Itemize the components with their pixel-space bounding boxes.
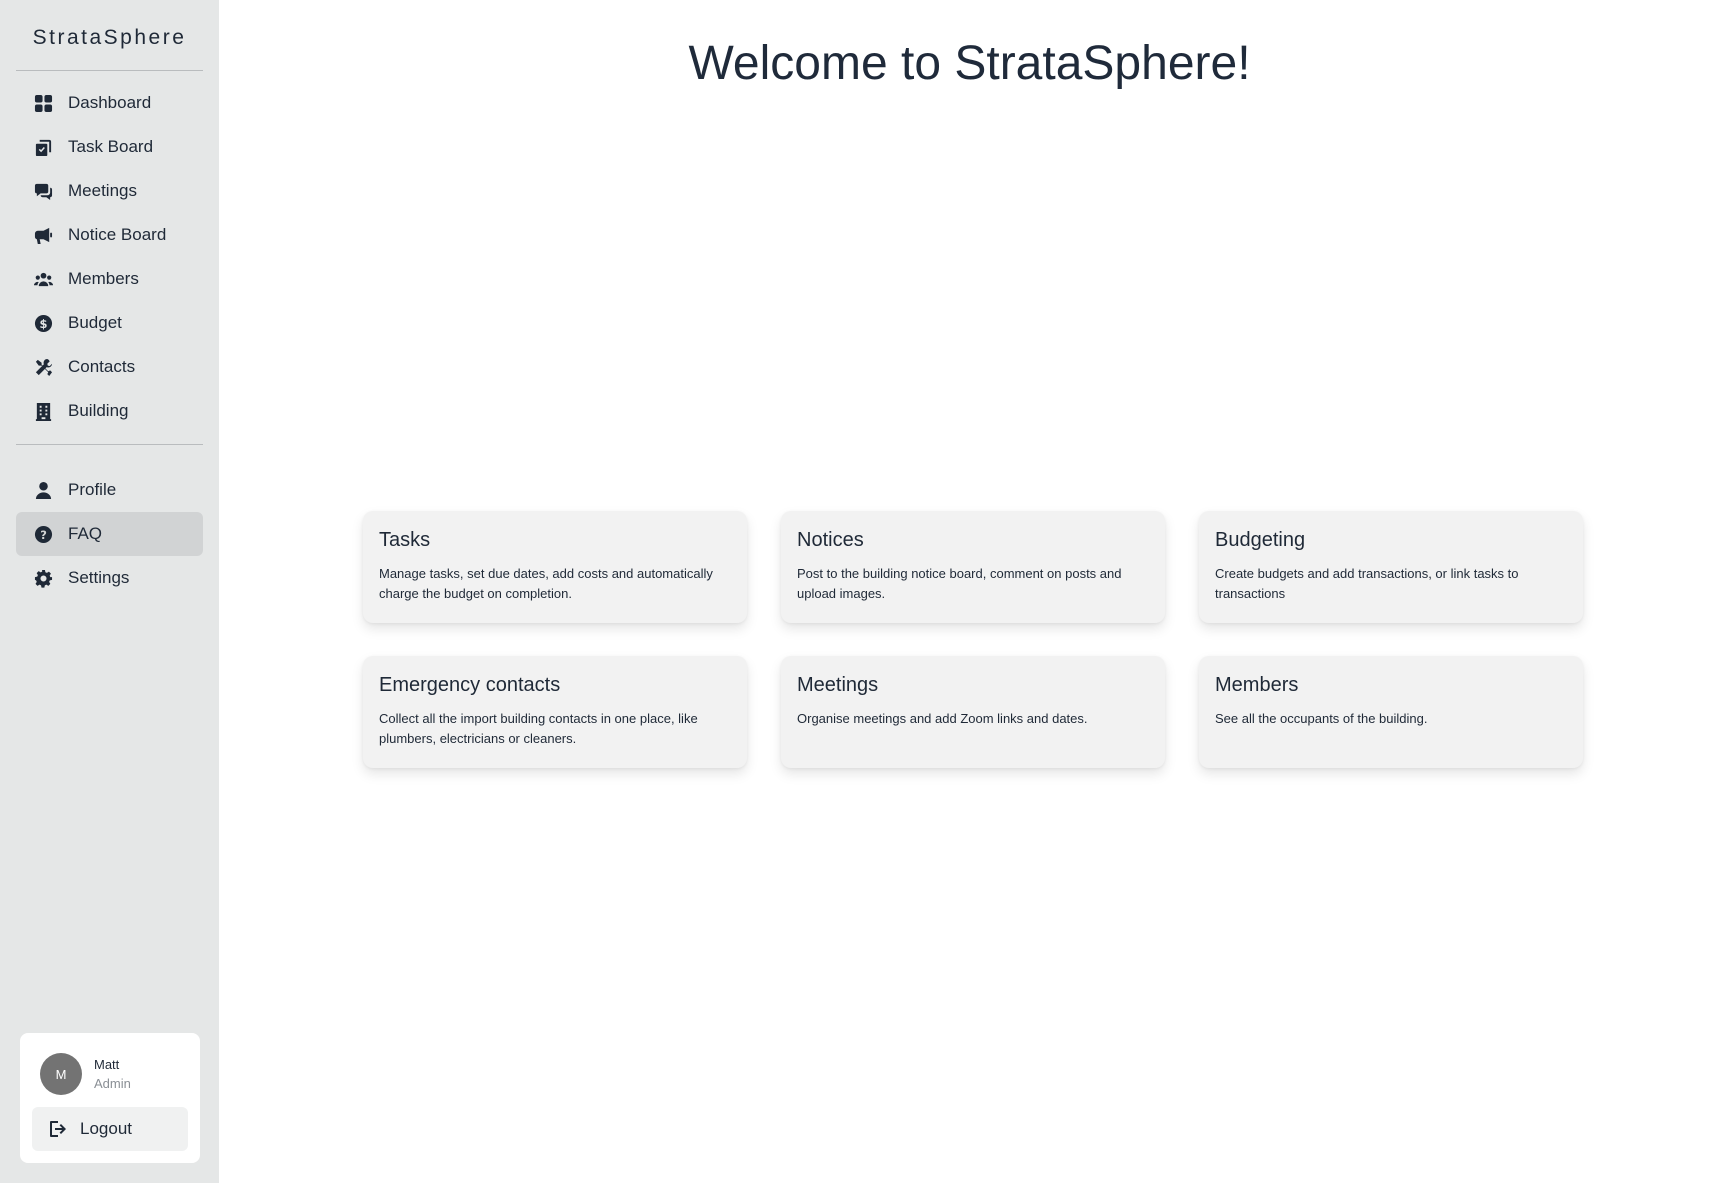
sidebar-item-faq[interactable]: ? FAQ — [16, 512, 203, 556]
building-icon — [33, 401, 53, 421]
feature-card-notices[interactable]: Notices Post to the building notice boar… — [781, 511, 1165, 623]
dollar-circle-icon: $ — [33, 313, 53, 333]
sidebar-item-settings[interactable]: Settings — [16, 556, 203, 600]
feature-card-meetings[interactable]: Meetings Organise meetings and add Zoom … — [781, 656, 1165, 768]
feature-grid: Tasks Manage tasks, set due dates, add c… — [363, 511, 1587, 768]
logout-icon — [50, 1121, 66, 1137]
sidebar-item-label: Members — [68, 269, 139, 288]
sidebar-item-label: Task Board — [68, 137, 154, 156]
feature-card-members[interactable]: Members See all the occupants of the bui… — [1199, 656, 1583, 768]
card-title: Budgeting — [1215, 529, 1306, 551]
card-title: Notices — [797, 529, 864, 551]
user-name: Matt — [94, 1057, 120, 1072]
logout-button[interactable]: Logout — [32, 1107, 188, 1151]
sidebar-item-budget[interactable]: $ Budget — [16, 301, 203, 345]
card-description: Organise meetings and add Zoom links and… — [797, 711, 1088, 726]
main-content: Welcome to StrataSphere! Tasks Manage ta… — [219, 0, 1720, 1183]
sidebar-item-members[interactable]: Members — [16, 257, 203, 301]
logout-label: Logout — [80, 1119, 132, 1138]
card-description: Post to the building notice board, comme… — [797, 566, 1122, 601]
sidebar-item-profile[interactable]: Profile — [16, 468, 203, 512]
megaphone-icon — [33, 225, 53, 245]
feature-card-emergency-contacts[interactable]: Emergency contacts Collect all the impor… — [363, 656, 747, 768]
tools-icon — [33, 357, 53, 377]
question-circle-icon: ? — [33, 524, 53, 544]
feature-card-tasks[interactable]: Tasks Manage tasks, set due dates, add c… — [363, 511, 747, 623]
gear-icon — [33, 568, 53, 588]
card-description: Create budgets and add transactions, or … — [1215, 566, 1519, 601]
card-description: Collect all the import building contacts… — [379, 711, 698, 746]
sidebar-item-building[interactable]: Building — [16, 389, 203, 433]
sidebar-item-label: Dashboard — [68, 93, 152, 112]
user-icon — [33, 480, 53, 500]
sidebar-item-label: Profile — [68, 480, 117, 499]
user-card: M Matt Admin Logout — [20, 1033, 200, 1163]
clipboard-check-icon — [33, 137, 53, 157]
user-role: Admin — [94, 1076, 131, 1091]
card-title: Emergency contacts — [379, 674, 561, 696]
sidebar-item-label: Settings — [68, 568, 130, 587]
svg-text:$: $ — [39, 316, 47, 330]
card-title: Tasks — [379, 529, 431, 551]
avatar[interactable]: M — [40, 1053, 82, 1095]
svg-text:?: ? — [40, 527, 47, 541]
sidebar-item-meetings[interactable]: Meetings — [16, 169, 203, 213]
secondary-nav: Profile ? FAQ Settings — [16, 444, 203, 600]
user-meta: Matt Admin — [94, 1055, 131, 1093]
card-title: Members — [1215, 674, 1299, 696]
feature-card-budgeting[interactable]: Budgeting Create budgets and add transac… — [1199, 511, 1583, 623]
comments-icon — [33, 181, 53, 201]
sidebar-item-dashboard[interactable]: Dashboard — [16, 81, 203, 125]
page-title: Welcome to StrataSphere! — [688, 37, 1251, 90]
primary-nav: Dashboard Task Board Meetings Notice Boa… — [16, 71, 203, 433]
sidebar-item-task-board[interactable]: Task Board — [16, 125, 203, 169]
users-icon — [33, 269, 53, 289]
card-description: Manage tasks, set due dates, add costs a… — [379, 566, 713, 601]
user-info: M Matt Admin — [32, 1053, 188, 1095]
sidebar-item-label: Building — [68, 401, 129, 420]
brand-logo[interactable]: StrataSphere — [16, 0, 203, 71]
sidebar-item-label: Budget — [68, 313, 122, 332]
sidebar-item-contacts[interactable]: Contacts — [16, 345, 203, 389]
dashboard-icon — [33, 93, 53, 113]
sidebar-item-label: Contacts — [68, 357, 136, 376]
sidebar-item-label: Notice Board — [68, 225, 167, 244]
card-title: Meetings — [797, 674, 879, 696]
sidebar-item-label: Meetings — [68, 181, 137, 200]
sidebar: StrataSphere Dashboard Task Board Meetin… — [0, 0, 219, 1183]
sidebar-item-label: FAQ — [68, 524, 103, 543]
card-description: See all the occupants of the building. — [1215, 711, 1428, 726]
sidebar-item-notice-board[interactable]: Notice Board — [16, 213, 203, 257]
